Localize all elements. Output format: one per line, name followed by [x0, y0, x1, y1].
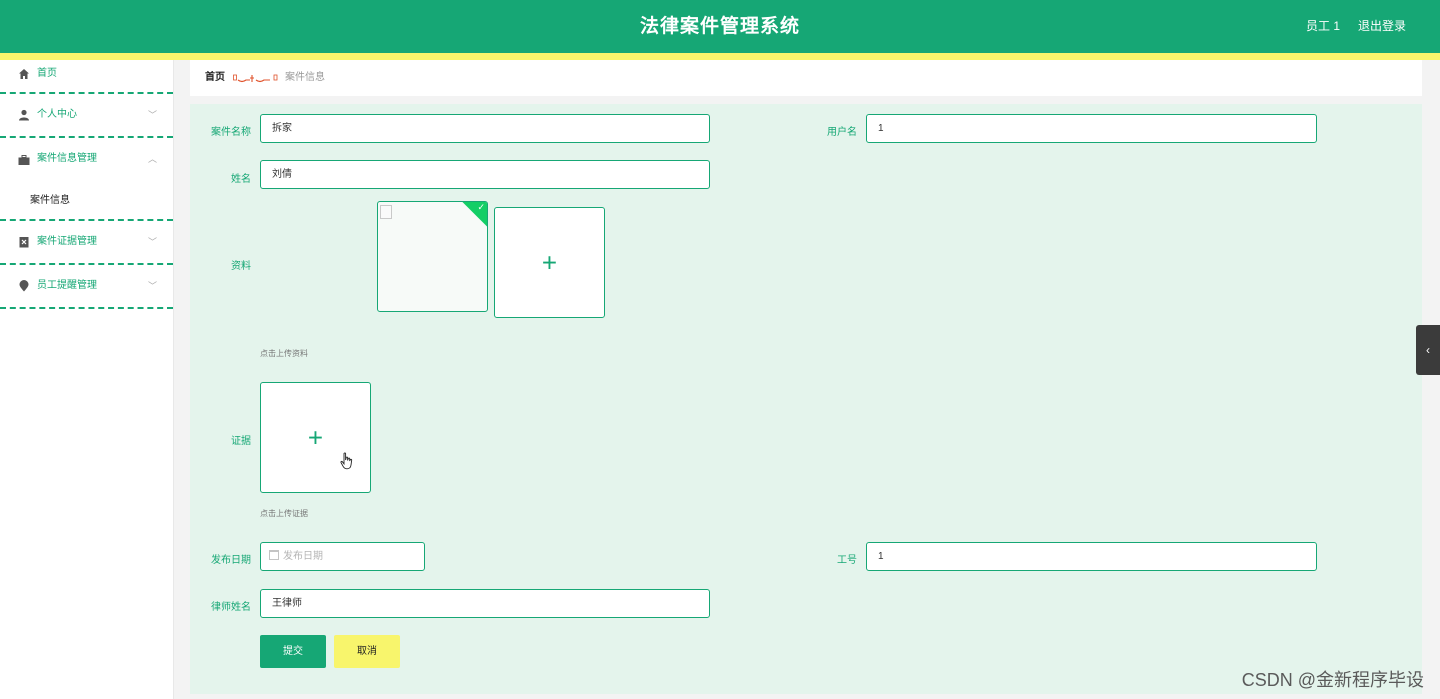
location-pin-icon	[19, 280, 29, 292]
username-input[interactable]: 1	[866, 114, 1317, 143]
case-form: 案件名称 拆家 用户名 1 姓名 刘倩 资料 ✓ + 点击上传资料 证据 + 点…	[190, 104, 1422, 694]
name-label: 姓名	[231, 174, 251, 185]
material-label: 资料	[231, 261, 251, 272]
case-name-label: 案件名称	[211, 127, 251, 138]
material-upload-tip: 点击上传资料	[260, 349, 308, 358]
calendar-icon	[269, 550, 279, 560]
watermark: CSDN @金新程序毕设	[1241, 670, 1424, 690]
submit-button[interactable]: 提交	[260, 635, 326, 668]
publish-date-picker[interactable]: 发布日期	[260, 542, 425, 571]
sidebar-item-evidence-management[interactable]: 案件证据管理 ﹀	[0, 221, 173, 265]
user-icon	[19, 109, 29, 121]
breadcrumb: 首页 案件信息	[190, 60, 1422, 96]
submenu-case-info: 案件信息	[0, 182, 173, 221]
publish-date-label: 发布日期	[211, 555, 251, 566]
case-name-input[interactable]: 拆家	[260, 114, 710, 143]
logout-link[interactable]: 退出登录	[1358, 0, 1406, 53]
sidebar-item-label: 案件信息管理	[37, 153, 97, 164]
material-upload-button[interactable]: +	[494, 207, 605, 318]
publish-date-placeholder: 发布日期	[283, 551, 323, 562]
evidence-label: 证据	[231, 436, 251, 447]
sidebar-item-case-info-management[interactable]: 案件信息管理 ︿	[0, 138, 173, 182]
accent-divider	[0, 53, 1440, 60]
plus-icon: +	[541, 247, 558, 277]
chevron-down-icon: ﹀	[147, 110, 157, 120]
sidebar-subitem-case-info[interactable]: 案件信息	[30, 182, 70, 220]
sidebar-item-personal-center[interactable]: 个人中心 ﹀	[0, 94, 173, 138]
sidebar-item-home[interactable]: 首页	[0, 60, 173, 94]
sidebar: 首页 个人中心 ﹀ 案件信息管理 ︿ 案件信息 案件证据管理 ﹀ 员工提醒管理 …	[0, 60, 174, 699]
sidebar-item-label: 首页	[37, 68, 57, 79]
checkmark-icon: ✓	[477, 202, 485, 212]
home-icon	[19, 69, 29, 79]
panel-toggle-button[interactable]: ‹	[1416, 325, 1440, 375]
evidence-upload-button[interactable]: +	[260, 382, 371, 493]
username-label: 用户名	[827, 127, 857, 138]
evidence-upload-tip: 点击上传证据	[260, 509, 308, 518]
sidebar-item-label: 个人中心	[37, 109, 77, 120]
breadcrumb-current: 案件信息	[285, 72, 325, 83]
briefcase-icon	[18, 155, 30, 165]
sidebar-item-label: 员工提醒管理	[37, 280, 97, 291]
hand-cursor-icon	[340, 452, 353, 470]
chevron-up-icon: ︿	[147, 154, 157, 164]
app-title: 法律案件管理系统	[639, 16, 800, 37]
plus-icon: +	[307, 422, 324, 452]
cancel-button[interactable]: 取消	[334, 635, 400, 668]
chevron-down-icon: ﹀	[147, 281, 157, 291]
uploaded-material-thumbnail[interactable]: ✓	[377, 201, 488, 312]
broken-image-icon	[380, 205, 392, 219]
top-header: 法律案件管理系统 员工 1 退出登录	[0, 0, 1440, 53]
lawyer-name-label: 律师姓名	[211, 602, 251, 613]
sidebar-item-label: 案件证据管理	[37, 236, 97, 247]
breadcrumb-separator-icon	[233, 74, 278, 83]
chevron-left-icon: ‹	[1426, 343, 1430, 357]
breadcrumb-home[interactable]: 首页	[205, 60, 225, 96]
name-input[interactable]: 刘倩	[260, 160, 710, 189]
job-number-input[interactable]: 1	[866, 542, 1317, 571]
evidence-icon	[19, 237, 29, 248]
chevron-down-icon: ﹀	[147, 237, 157, 247]
sidebar-item-reminder-management[interactable]: 员工提醒管理 ﹀	[0, 265, 173, 309]
lawyer-name-input[interactable]: 王律师	[260, 589, 710, 618]
current-user[interactable]: 员工 1	[1306, 0, 1340, 53]
job-number-label: 工号	[837, 555, 857, 566]
